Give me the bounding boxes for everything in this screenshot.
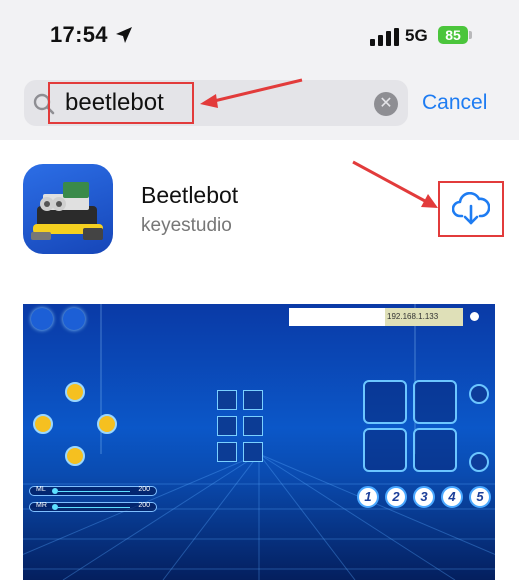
mode-button-e[interactable] (217, 442, 237, 462)
backward-button[interactable] (65, 446, 85, 466)
rotate-left-button[interactable] (469, 384, 489, 404)
slider-track (58, 491, 130, 492)
mode-number-2[interactable]: 2 (385, 486, 407, 508)
status-time: 17:54 (50, 22, 108, 47)
network-type: 5G (405, 26, 428, 45)
clear-search-button[interactable]: ✕ (374, 92, 398, 116)
battery-tip (469, 31, 472, 39)
cancel-button[interactable]: Cancel (422, 91, 487, 115)
left-motor-slider[interactable]: ML 200 (29, 486, 157, 496)
location-arrow-icon (116, 27, 132, 43)
right-button[interactable] (97, 414, 117, 434)
mode-number-3[interactable]: 3 (413, 486, 435, 508)
mode-number-5[interactable]: 5 (469, 486, 491, 508)
mode-button-a[interactable] (217, 390, 237, 410)
right-motor-slider[interactable]: MR 200 (29, 502, 157, 512)
settings-button[interactable] (63, 308, 85, 330)
annotation-highlight-search (48, 82, 194, 124)
robot-car-icon (31, 182, 103, 240)
slider-value: 200 (138, 502, 150, 509)
slider-value: 200 (138, 486, 150, 493)
obstacle-avoid-button[interactable] (413, 428, 457, 472)
follow-button[interactable] (413, 380, 457, 424)
signal-bars-icon (370, 28, 399, 46)
developer-name: keyestudio (141, 215, 232, 236)
ip-address[interactable]: 192.168.1.133 (385, 308, 463, 326)
mode-number-4[interactable]: 4 (441, 486, 463, 508)
app-icon[interactable] (23, 164, 113, 254)
cloud-download-icon[interactable] (452, 192, 490, 226)
mode-button-d[interactable] (243, 416, 263, 436)
line-tracking-button[interactable] (363, 380, 407, 424)
forward-button[interactable] (65, 382, 85, 402)
app-preview-screenshot[interactable]: 192.168.1.133 1 2 3 4 5 ML 200 MR 200 (23, 304, 495, 580)
slider-label: ML (36, 486, 46, 493)
left-button[interactable] (33, 414, 53, 434)
slider-track (58, 507, 130, 508)
sound-toggle-button[interactable] (31, 308, 53, 330)
app-name[interactable]: Beetlebot (141, 182, 238, 209)
slider-label: MR (36, 502, 47, 509)
light-follow-button[interactable] (363, 428, 407, 472)
battery-level: 85 (438, 26, 468, 44)
mode-button-c[interactable] (217, 416, 237, 436)
mode-number-1[interactable]: 1 (357, 486, 379, 508)
mode-button-f[interactable] (243, 442, 263, 462)
connect-dot-button[interactable] (470, 312, 479, 321)
mode-button-b[interactable] (243, 390, 263, 410)
rotate-right-button[interactable] (469, 452, 489, 472)
